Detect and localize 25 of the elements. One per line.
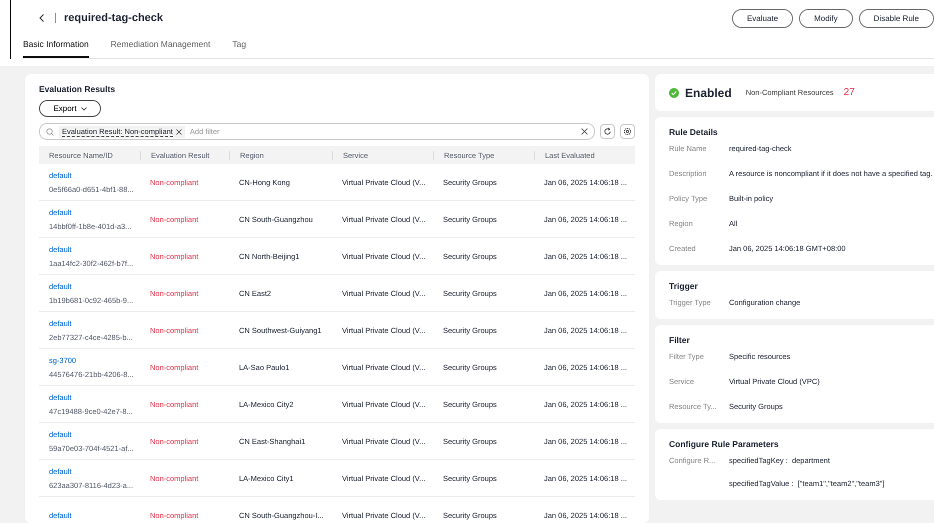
clear-icon[interactable] (581, 128, 588, 135)
section-title: Trigger (669, 281, 699, 291)
action-button[interactable]: Disable Rule (858, 8, 934, 28)
close-icon[interactable] (176, 128, 182, 134)
back-icon[interactable] (37, 13, 47, 23)
settings-button[interactable] (620, 124, 635, 139)
status-text: Enabled (685, 86, 732, 100)
count-value: 27 (844, 87, 855, 98)
section-title: Evaluation Results (39, 84, 116, 94)
section-title: Rule Details (669, 127, 719, 137)
refresh-icon (603, 127, 612, 136)
action-button[interactable]: Modify (799, 8, 853, 28)
search-icon (46, 128, 54, 136)
tab[interactable]: Tag (232, 36, 246, 58)
tab[interactable]: Remediation Management (110, 36, 210, 58)
tab[interactable]: Basic Information (23, 36, 89, 58)
action-button[interactable]: Evaluate (732, 8, 794, 28)
caret-icon (80, 106, 87, 110)
refresh-button[interactable] (600, 124, 615, 139)
settings-icon (623, 127, 632, 136)
section-title: Filter (669, 335, 691, 345)
check-circle-icon (669, 88, 679, 98)
export-button[interactable]: Export (39, 100, 101, 117)
section-title: Configure Rule Parameters (669, 439, 780, 449)
page-title: required-tag-check (64, 12, 164, 24)
